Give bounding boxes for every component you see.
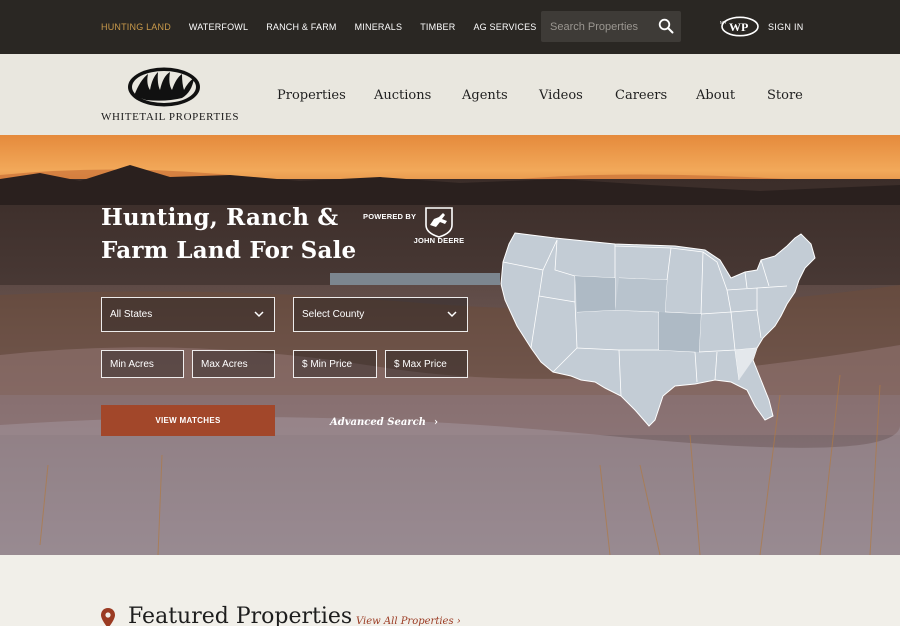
sponsor-name: JOHN DEERE	[413, 236, 465, 245]
top-bar: HUNTING LAND WATERFOWL RANCH & FARM MINE…	[0, 0, 900, 54]
top-nav-hunting-land[interactable]: HUNTING LAND	[101, 22, 171, 32]
min-acres-placeholder: Min Acres	[110, 358, 154, 370]
chevron-right-icon: ›	[433, 417, 438, 428]
nav-about[interactable]: About	[696, 88, 735, 103]
max-acres-placeholder: Max Acres	[201, 358, 248, 370]
state-select[interactable]: All States	[101, 297, 275, 332]
top-nav-minerals[interactable]: MINERALS	[355, 22, 403, 32]
view-matches-button[interactable]: VIEW MATCHES	[101, 405, 275, 436]
hero-title-line-2: Farm Land For Sale	[101, 237, 357, 264]
top-nav-waterfowl[interactable]: WATERFOWL	[189, 22, 248, 32]
max-price-placeholder: $ Max Price	[394, 358, 447, 370]
search-box	[541, 11, 681, 42]
hero-title-line-1: Hunting, Ranch &	[101, 204, 339, 231]
hero-section: Hunting, Ranch & Farm Land For Sale POWE…	[0, 135, 900, 555]
svg-text:MY: MY	[720, 20, 727, 25]
nav-store[interactable]: Store	[767, 88, 803, 103]
max-price-field[interactable]: $ Max Price	[385, 350, 468, 378]
top-nav-ag-services[interactable]: AG SERVICES	[473, 22, 536, 32]
chevron-right-icon: ›	[456, 616, 461, 626]
nav-agents[interactable]: Agents	[462, 88, 508, 103]
sign-in-link[interactable]: SIGN IN	[768, 22, 804, 32]
county-select[interactable]: Select County	[293, 297, 468, 332]
svg-text:WP: WP	[729, 20, 748, 34]
map-pin-icon	[101, 608, 115, 626]
county-select-value: Select County	[302, 309, 365, 320]
min-price-field[interactable]: $ Min Price	[293, 350, 377, 378]
chevron-down-icon	[447, 311, 457, 318]
nav-videos[interactable]: Videos	[539, 88, 583, 103]
view-all-properties-link[interactable]: View All Properties ›	[356, 616, 461, 626]
max-acres-field[interactable]: Max Acres	[192, 350, 275, 378]
search-icon[interactable]	[658, 18, 674, 34]
min-acres-field[interactable]: Min Acres	[101, 350, 184, 378]
min-price-placeholder: $ Min Price	[302, 358, 353, 370]
advanced-search-label: Advanced Search	[330, 417, 426, 428]
view-all-label: View All Properties	[356, 616, 454, 626]
top-nav-timber[interactable]: TIMBER	[420, 22, 455, 32]
main-nav: Properties Auctions Agents Videos Career…	[0, 88, 900, 108]
search-input[interactable]	[541, 11, 651, 42]
logo-text: WHITETAIL PROPERTIES	[101, 111, 240, 123]
hero-title: Hunting, Ranch & Farm Land For Sale	[101, 201, 356, 267]
main-header: WHITETAIL PROPERTIES Properties Auctions…	[0, 54, 900, 135]
nav-auctions[interactable]: Auctions	[374, 88, 431, 103]
state-select-value: All States	[110, 309, 153, 320]
us-map[interactable]	[495, 230, 820, 430]
top-nav: HUNTING LAND WATERFOWL RANCH & FARM MINE…	[101, 22, 537, 32]
nav-properties[interactable]: Properties	[277, 88, 346, 103]
mywp-logo[interactable]: WP MY	[718, 16, 760, 37]
powered-by-label: POWERED BY	[363, 212, 417, 221]
nav-careers[interactable]: Careers	[615, 88, 667, 103]
top-nav-ranch-farm[interactable]: RANCH & FARM	[266, 22, 336, 32]
advanced-search-link[interactable]: Advanced Search ›	[330, 417, 438, 428]
chevron-down-icon	[254, 311, 264, 318]
featured-title: Featured Properties	[128, 604, 353, 626]
featured-section: Featured Properties View All Properties …	[0, 555, 900, 626]
